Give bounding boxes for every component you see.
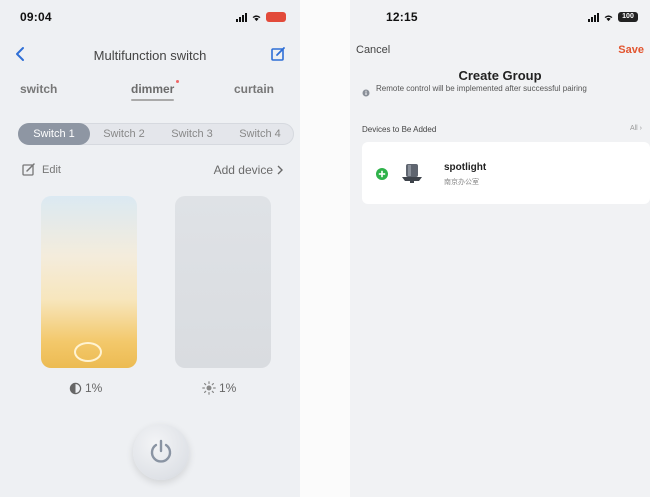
- contrast-icon: [69, 382, 82, 394]
- wifi-icon: [252, 14, 261, 21]
- switch-selector: Switch 1 Switch 2 Switch 3 Switch 4: [18, 123, 294, 145]
- switch-tab-1[interactable]: Switch 1: [18, 123, 90, 145]
- info-text: Remote control will be implemented after…: [376, 84, 587, 93]
- signal-icon: [588, 12, 599, 22]
- tool-row: Edit Add device: [0, 163, 300, 181]
- page-title: Multifunction switch: [93, 48, 207, 63]
- all-link-label: All: [629, 125, 638, 132]
- active-dot-icon: [176, 80, 180, 83]
- section-header: Devices to Be Added: [362, 125, 437, 134]
- switch-tab-2[interactable]: Switch 2: [92, 123, 156, 145]
- edit-pencil-icon[interactable]: [22, 163, 36, 177]
- status-bar: 12:15 100: [350, 10, 650, 26]
- page-title: Create Group: [458, 68, 542, 83]
- battery-icon: [266, 12, 286, 22]
- tab-dimmer[interactable]: dimmer: [131, 80, 180, 101]
- wifi-icon: [604, 14, 613, 21]
- add-device-label: Add device: [213, 163, 273, 177]
- add-device-button[interactable]: Add device: [214, 163, 284, 177]
- status-time: 09:04: [20, 10, 52, 24]
- device-name: spotlight: [444, 162, 487, 173]
- screenshot-stage: 09:04 Multifunction switch switch dimmer…: [0, 0, 650, 497]
- brightness-slider[interactable]: [175, 196, 271, 368]
- add-circle-icon[interactable]: [376, 168, 388, 180]
- sun-icon: [202, 381, 216, 395]
- status-bar: 09:04: [14, 10, 300, 26]
- status-time: 12:15: [386, 10, 418, 24]
- nav-bar: Cancel Save: [350, 44, 650, 62]
- power-icon: [150, 439, 172, 463]
- nav-bar: Multifunction switch: [0, 44, 300, 66]
- brightness-readout: 1%: [202, 381, 236, 395]
- signal-icon: [236, 12, 247, 22]
- edit-button[interactable]: Edit: [42, 164, 61, 176]
- tab-dimmer-label: dimmer: [131, 82, 175, 96]
- status-icons: [236, 12, 286, 22]
- brightness-value: 1%: [219, 381, 237, 395]
- color-temp-value: 1%: [85, 381, 103, 395]
- multifunction-switch-screen: 09:04 Multifunction switch switch dimmer…: [0, 0, 300, 497]
- chevron-right-icon: [277, 165, 283, 175]
- device-room: 南京办公室: [444, 179, 479, 186]
- device-row[interactable]: spotlight 南京办公室: [362, 142, 650, 204]
- tab-curtain[interactable]: curtain: [234, 82, 274, 96]
- spotlight-lamp-icon: [402, 164, 422, 183]
- all-link[interactable]: All ›: [630, 125, 642, 132]
- status-icons: 100: [588, 12, 638, 22]
- create-group-screen: 12:15 100 Cancel Save Create Group Remot…: [350, 0, 650, 497]
- battery-icon: 100: [618, 12, 638, 22]
- cancel-button[interactable]: Cancel: [356, 44, 390, 56]
- switch-tab-4[interactable]: Switch 4: [228, 123, 292, 145]
- save-button[interactable]: Save: [618, 44, 644, 56]
- edit-icon[interactable]: [270, 46, 286, 62]
- switch-tab-3[interactable]: Switch 3: [160, 123, 224, 145]
- power-button[interactable]: [133, 424, 189, 480]
- mode-tabs: switch dimmer curtain: [0, 80, 300, 102]
- color-temp-readout: 1%: [69, 381, 102, 395]
- color-temperature-slider[interactable]: [41, 196, 137, 368]
- slider-knob[interactable]: [74, 342, 102, 362]
- tab-switch[interactable]: switch: [20, 82, 57, 96]
- info-icon: [362, 89, 370, 97]
